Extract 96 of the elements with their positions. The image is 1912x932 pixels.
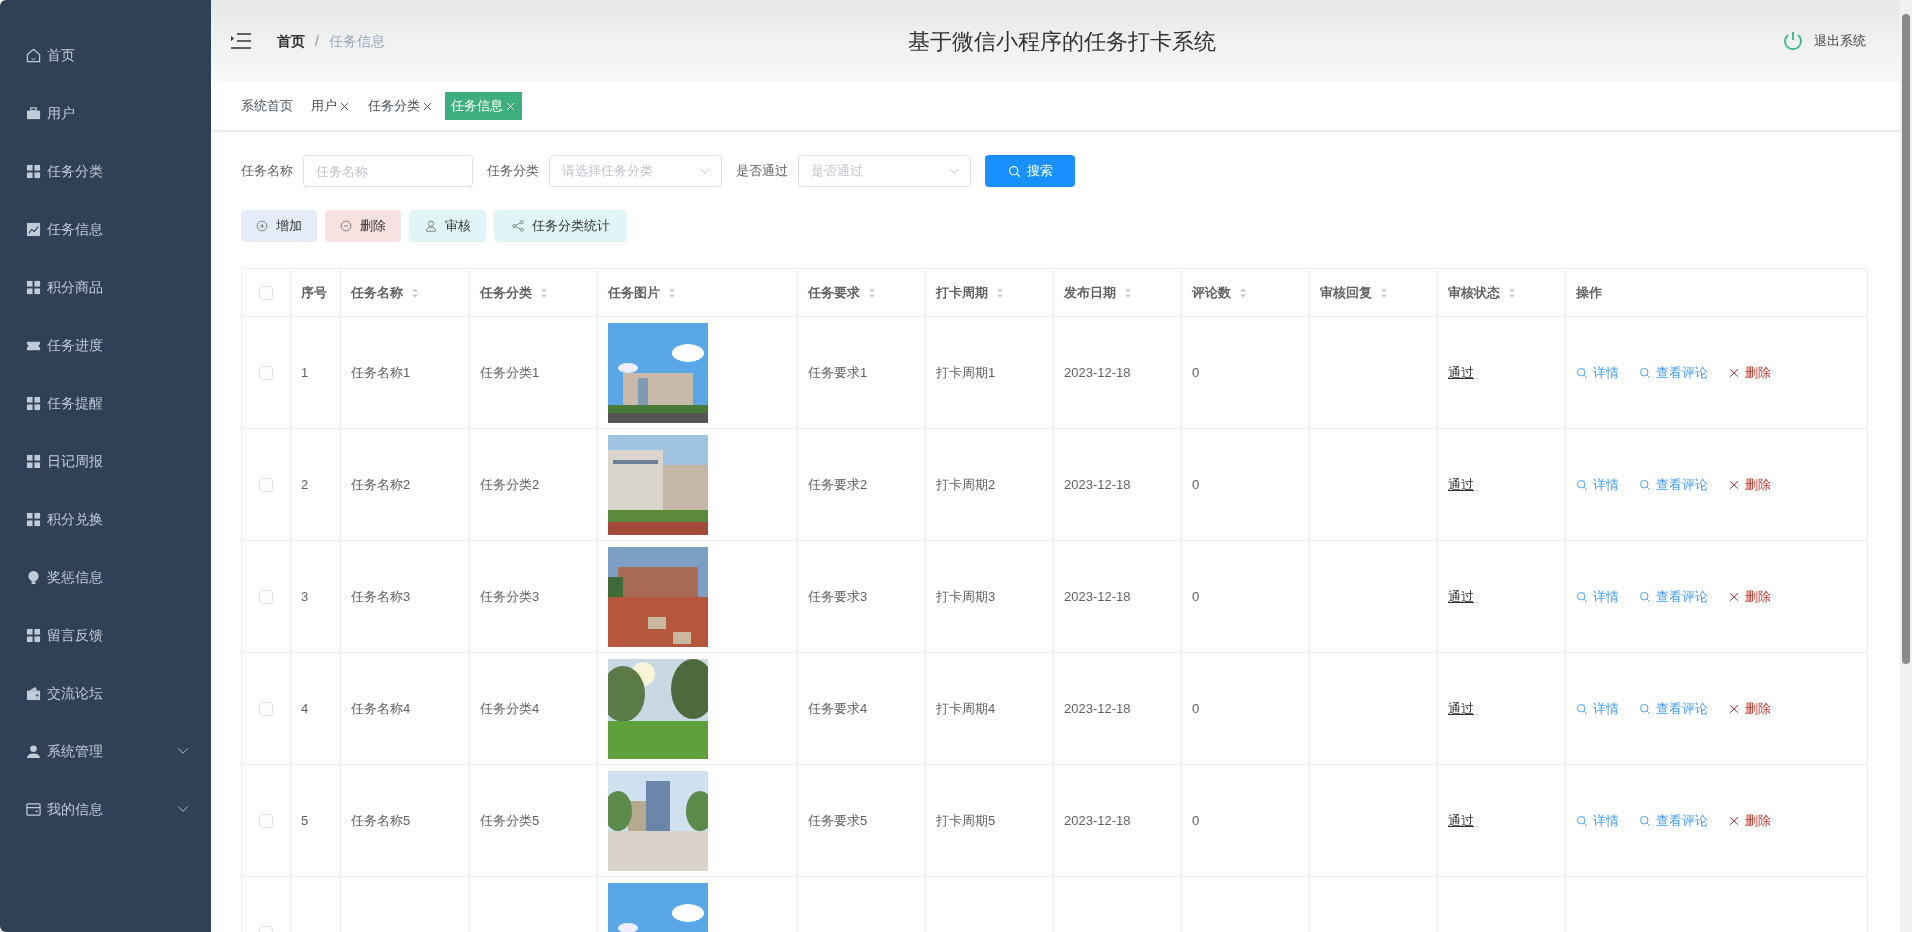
action-link[interactable]: 删除: [1728, 362, 1771, 383]
table-cell: 任务分类2: [480, 476, 540, 492]
table-header-cell[interactable]: 评论数: [1181, 268, 1310, 317]
logout-link[interactable]: 退出系统: [1814, 31, 1866, 51]
table-cell: 任务要求1: [808, 364, 868, 380]
action-button[interactable]: 删除: [325, 210, 401, 242]
table-cell: 2023-12-18: [1064, 364, 1131, 380]
table-header-cell[interactable]: 审核回复: [1309, 268, 1438, 317]
status-text: 通过: [1448, 812, 1474, 828]
sidebar-item[interactable]: 任务进度: [0, 316, 211, 374]
table-cell: 打卡周期5: [936, 812, 996, 828]
column-header: 操作: [1576, 283, 1602, 302]
status-text: 通过: [1448, 364, 1474, 380]
table-cell: 任务分类4: [480, 700, 540, 716]
column-header[interactable]: 审核状态: [1448, 282, 1500, 303]
table-cell: 任务要求5: [808, 812, 868, 828]
tab[interactable]: 任务分类: [362, 92, 439, 120]
table-cell: 打卡周期3: [936, 588, 996, 604]
table-cell: 打卡周期2: [936, 476, 996, 492]
sidebar-item[interactable]: 任务分类: [0, 142, 211, 200]
table-cell: 任务要求4: [808, 700, 868, 716]
table-cell: 任务分类1: [480, 364, 540, 380]
table-cell: 任务名称4: [351, 700, 411, 716]
table-cell: 1: [301, 364, 309, 380]
filter-label: 任务分类: [487, 162, 539, 181]
table-header-cell[interactable]: 任务名称: [340, 268, 470, 317]
table-cell: 任务要求2: [808, 476, 868, 492]
sidebar-item[interactable]: 我的信息: [0, 780, 211, 838]
table-cell: 2023-12-18: [1064, 476, 1131, 492]
column-header: 序号: [301, 283, 327, 302]
table-cell: 2023-12-18: [1064, 812, 1131, 828]
sidebar-item[interactable]: 日记周报: [0, 432, 211, 490]
column-header[interactable]: 打卡周期: [936, 282, 988, 303]
filter-label: 是否通过: [736, 162, 788, 181]
table-cell: 打卡周期1: [936, 364, 996, 380]
column-header[interactable]: 任务分类: [480, 282, 532, 303]
table-cell: 打卡周期4: [936, 700, 996, 716]
table-cell: 0: [1192, 588, 1200, 604]
sidebar-item[interactable]: 系统管理: [0, 722, 211, 780]
sidebar-item[interactable]: 用户: [0, 84, 211, 142]
table-cell: 2023-12-18: [1064, 700, 1131, 716]
status-text: 通过: [1448, 476, 1474, 492]
status-text: 通过: [1448, 700, 1474, 716]
sidebar-item[interactable]: 积分兑换: [0, 490, 211, 548]
sidebar-item[interactable]: 积分商品: [0, 258, 211, 316]
system-title: 基于微信小程序的任务打卡系统: [907, 27, 1216, 56]
breadcrumb-item: 任务信息: [328, 31, 385, 51]
tab[interactable]: 用户: [305, 92, 356, 120]
column-header[interactable]: 任务要求: [808, 282, 860, 303]
table-cell: 2023-12-18: [1064, 588, 1131, 604]
table-header-cell[interactable]: 打卡周期: [925, 268, 1054, 317]
search-button[interactable]: 搜索: [985, 155, 1075, 187]
table-cell: 任务名称5: [351, 812, 411, 828]
table-cell: 任务分类5: [480, 812, 540, 828]
table-cell: 0: [1192, 476, 1200, 492]
sidebar-item[interactable]: 奖惩信息: [0, 548, 211, 606]
sidebar-item[interactable]: 留言反馈: [0, 606, 211, 664]
table-cell: 0: [1192, 364, 1200, 380]
table-cell: 任务名称3: [351, 588, 411, 604]
breadcrumb-separator: /: [315, 31, 319, 51]
table-header-cell[interactable]: 任务分类: [469, 268, 598, 317]
table-cell: 5: [301, 812, 309, 828]
table-header-cell[interactable]: 任务要求: [797, 268, 926, 317]
table-cell: 0: [1192, 812, 1200, 828]
table-cell: 任务分类3: [480, 588, 540, 604]
filter-label: 任务名称: [241, 162, 293, 181]
table-header-cell[interactable]: 审核状态: [1437, 268, 1566, 317]
action-link[interactable]: 删除: [1728, 586, 1771, 607]
sidebar-item[interactable]: 任务信息: [0, 200, 211, 258]
action-button[interactable]: 审核: [409, 210, 486, 242]
table-cell: 4: [301, 700, 309, 716]
column-header[interactable]: 任务图片: [608, 282, 660, 303]
column-header[interactable]: 任务名称: [351, 282, 403, 303]
action-link[interactable]: 删除: [1728, 474, 1771, 495]
sidebar-item[interactable]: 任务提醒: [0, 374, 211, 432]
tab[interactable]: 系统首页: [235, 92, 299, 120]
table-cell: 任务名称2: [351, 476, 411, 492]
table-cell: 任务名称1: [351, 364, 411, 380]
action-button[interactable]: 任务分类统计: [494, 210, 627, 242]
table-header-cell[interactable]: 任务图片: [597, 268, 798, 317]
column-header[interactable]: 评论数: [1192, 282, 1231, 303]
action-button[interactable]: 增加: [241, 210, 317, 242]
action-link[interactable]: 删除: [1728, 810, 1771, 831]
sidebar-item[interactable]: 交流论坛: [0, 664, 211, 722]
action-link[interactable]: 删除: [1728, 698, 1771, 719]
sidebar-item[interactable]: 首页: [0, 26, 211, 84]
column-header[interactable]: 审核回复: [1320, 282, 1372, 303]
text-input[interactable]: 任务名称: [303, 155, 473, 187]
status-text: 通过: [1448, 588, 1474, 604]
table-cell: 0: [1192, 700, 1200, 716]
table-cell: 2: [301, 476, 309, 492]
table-cell: 3: [301, 588, 309, 604]
column-header[interactable]: 发布日期: [1064, 282, 1116, 303]
breadcrumb-item[interactable]: 首页: [277, 30, 305, 52]
table-cell: 任务要求3: [808, 588, 868, 604]
table-header-cell[interactable]: 发布日期: [1053, 268, 1182, 317]
